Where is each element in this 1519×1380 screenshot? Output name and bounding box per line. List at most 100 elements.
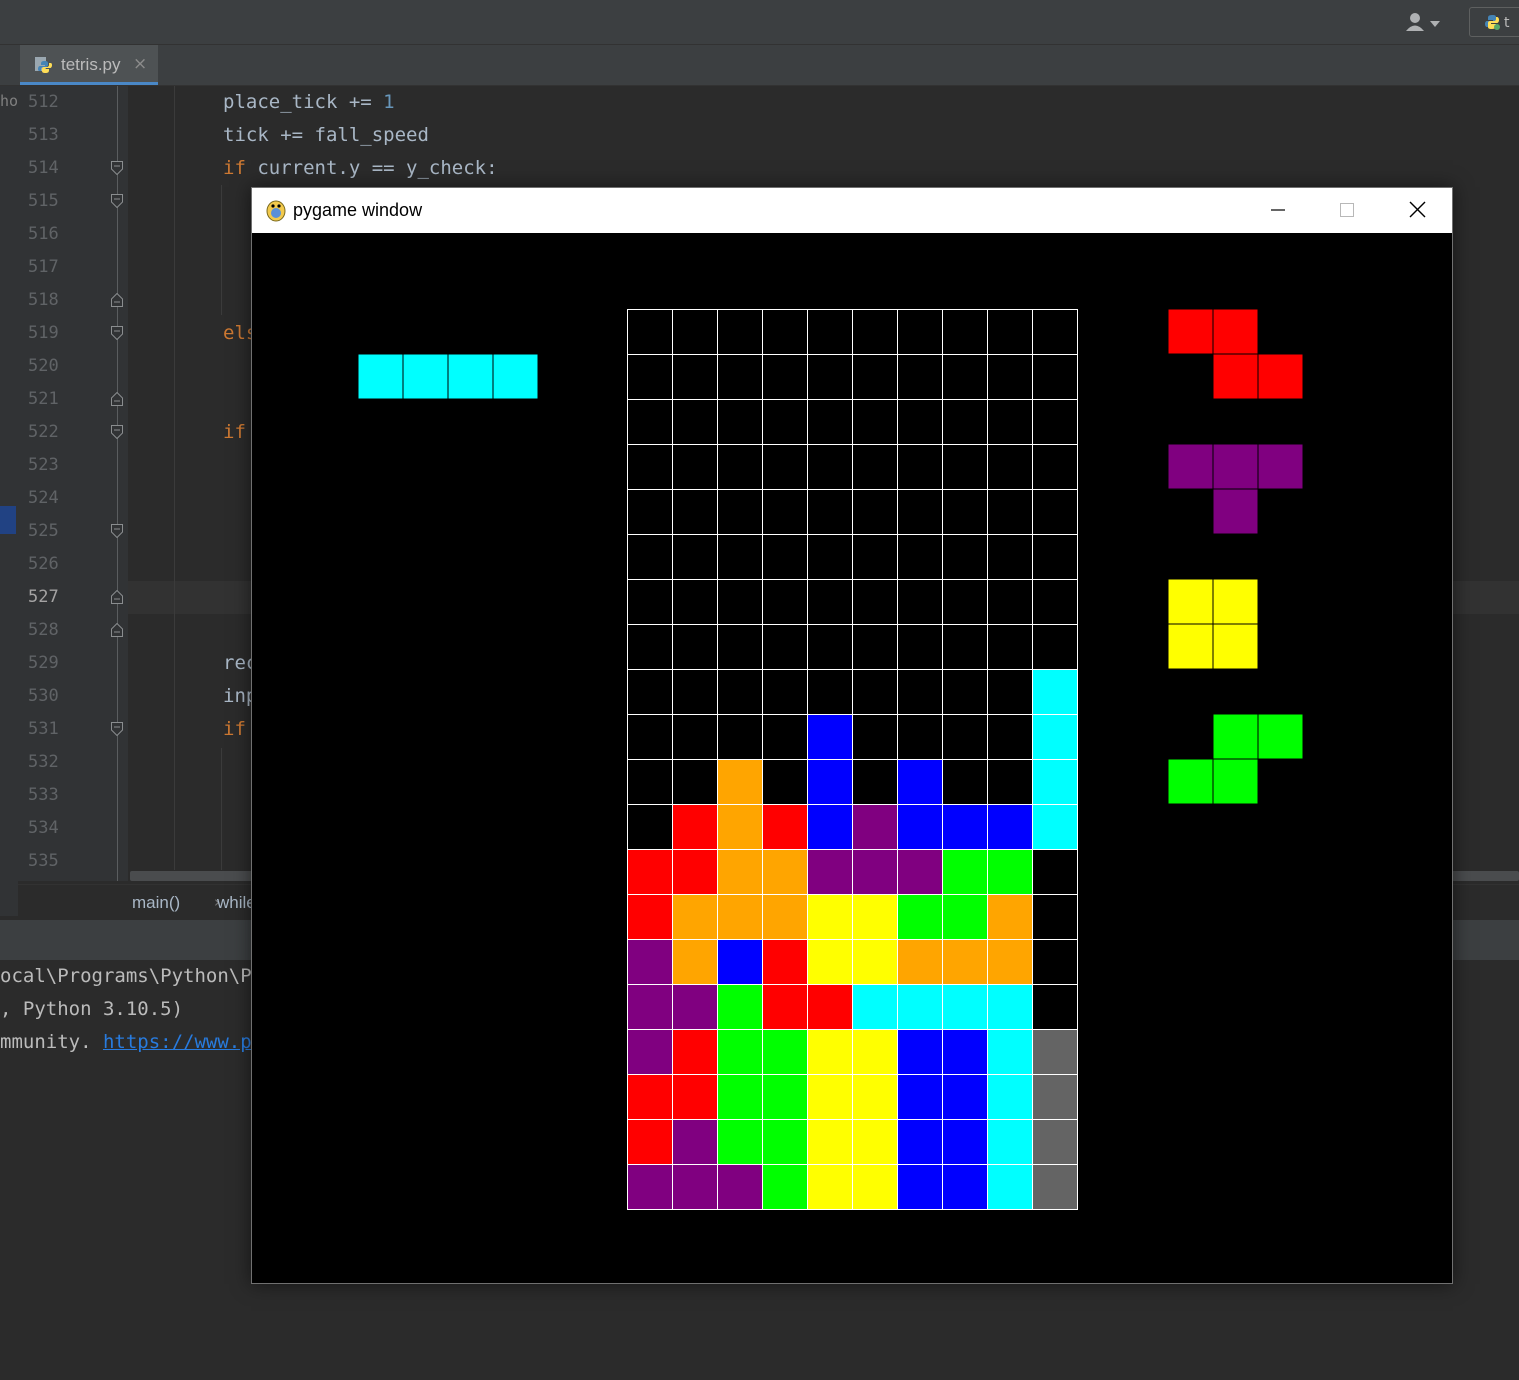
board-block xyxy=(897,1074,943,1120)
tab-tetris-py[interactable]: tetris.py × xyxy=(20,45,158,85)
line-number: 521 xyxy=(28,389,59,409)
line-number: 532 xyxy=(28,752,59,772)
line-number: 512 xyxy=(28,92,59,112)
fold-collapse-icon[interactable] xyxy=(111,425,123,439)
fold-end-icon[interactable] xyxy=(111,293,123,307)
board-block xyxy=(987,1119,1033,1165)
board-cell-empty xyxy=(807,624,853,670)
board-block xyxy=(942,1029,988,1075)
board-block xyxy=(852,1074,898,1120)
board-cell-empty xyxy=(1032,984,1078,1030)
board-block xyxy=(897,1164,943,1210)
console-line-1: ocal\Programs\Python\P xyxy=(0,965,252,987)
window-titlebar[interactable]: pygame window xyxy=(252,188,1452,233)
line-number: 514 xyxy=(28,158,59,178)
board-cell-empty xyxy=(627,534,673,580)
board-cell-empty xyxy=(852,399,898,445)
board-block xyxy=(987,1029,1033,1075)
minimize-button[interactable] xyxy=(1243,188,1313,233)
line-number: 517 xyxy=(28,257,59,277)
board-block xyxy=(1032,714,1078,760)
hold-piece-block xyxy=(402,353,449,400)
fold-collapse-icon[interactable] xyxy=(111,326,123,340)
board-cell-empty xyxy=(672,714,718,760)
board-block xyxy=(717,759,763,805)
board-cell-empty xyxy=(807,399,853,445)
next-piece-block xyxy=(1212,308,1259,355)
board-block xyxy=(852,894,898,940)
board-block xyxy=(987,894,1033,940)
board-cell-empty xyxy=(807,579,853,625)
board-block xyxy=(672,849,718,895)
board-block xyxy=(942,1074,988,1120)
board-cell-empty xyxy=(1032,624,1078,670)
board-cell-empty xyxy=(1032,354,1078,400)
board-block xyxy=(717,849,763,895)
board-cell-empty xyxy=(672,624,718,670)
breadcrumb-main[interactable]: main() xyxy=(132,893,180,913)
board-block xyxy=(762,1164,808,1210)
maximize-button[interactable] xyxy=(1312,188,1382,233)
console-link[interactable]: https://www.p xyxy=(103,1031,252,1053)
minimize-icon xyxy=(1271,209,1285,211)
code-text: current.y == y_check: xyxy=(245,157,498,179)
board-cell-empty xyxy=(1032,444,1078,490)
fold-end-icon[interactable] xyxy=(111,392,123,406)
board-cell-empty xyxy=(897,624,943,670)
board-block xyxy=(672,1029,718,1075)
console-text: mmunity. xyxy=(0,1031,103,1053)
fold-end-icon[interactable] xyxy=(111,623,123,637)
run-configuration-selector[interactable]: t xyxy=(1469,7,1519,37)
fold-collapse-icon[interactable] xyxy=(111,194,123,208)
board-cell-empty xyxy=(672,309,718,355)
board-cell-empty xyxy=(987,669,1033,715)
fold-collapse-icon[interactable] xyxy=(111,524,123,538)
breadcrumb-while[interactable]: while xyxy=(217,893,256,913)
board-block xyxy=(672,804,718,850)
board-cell-empty xyxy=(807,669,853,715)
fold-collapse-icon[interactable] xyxy=(111,722,123,736)
board-cell-empty xyxy=(942,714,988,760)
board-cell-empty xyxy=(807,489,853,535)
next-piece-block xyxy=(1212,443,1259,490)
board-cell-empty xyxy=(627,444,673,490)
board-block xyxy=(897,849,943,895)
board-block xyxy=(897,939,943,985)
board-cell-empty xyxy=(672,444,718,490)
line-number: 516 xyxy=(28,224,59,244)
code-keyword: if xyxy=(223,157,246,179)
board-block xyxy=(852,984,898,1030)
next-piece-block xyxy=(1257,443,1304,490)
board-cell-empty xyxy=(717,354,763,400)
board-cell-empty xyxy=(897,714,943,760)
user-dropdown-icon[interactable] xyxy=(1404,12,1444,34)
board-cell-empty xyxy=(1032,894,1078,940)
fold-end-icon[interactable] xyxy=(111,590,123,604)
board-block xyxy=(1032,804,1078,850)
board-block xyxy=(852,1029,898,1075)
line-number: 528 xyxy=(28,620,59,640)
board-cell-empty xyxy=(1032,399,1078,445)
board-block xyxy=(942,1164,988,1210)
fold-collapse-icon[interactable] xyxy=(111,161,123,175)
board-cell-empty xyxy=(852,309,898,355)
code-text: place_tick += xyxy=(223,91,384,113)
line-number: 531 xyxy=(28,719,59,739)
board-block xyxy=(762,1029,808,1075)
board-cell-empty xyxy=(852,534,898,580)
pygame-window[interactable]: pygame window xyxy=(251,187,1453,1284)
board-block xyxy=(717,1029,763,1075)
close-icon[interactable]: × xyxy=(133,54,147,74)
board-cell-empty xyxy=(762,444,808,490)
close-button[interactable] xyxy=(1382,188,1452,233)
board-block xyxy=(627,1029,673,1075)
board-cell-empty xyxy=(627,714,673,760)
console-line-2: , Python 3.10.5) xyxy=(0,998,184,1020)
board-block xyxy=(987,1074,1033,1120)
game-canvas[interactable] xyxy=(252,233,1452,1283)
board-block xyxy=(672,1074,718,1120)
board-cell-empty xyxy=(987,759,1033,805)
board-block xyxy=(852,1119,898,1165)
board-block xyxy=(852,939,898,985)
board-cell-empty xyxy=(627,759,673,805)
